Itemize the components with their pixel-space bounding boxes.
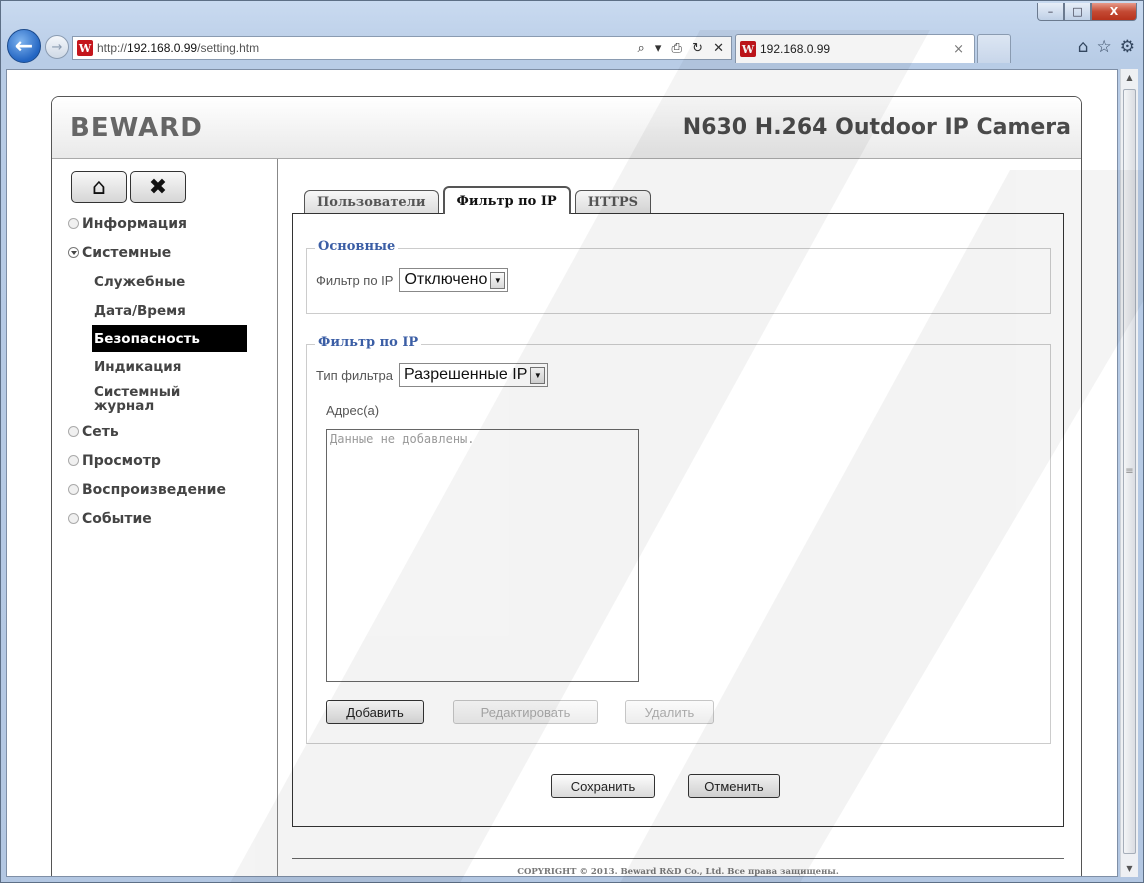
sidebar-item-system-log[interactable]: Системный журнал — [68, 381, 247, 417]
sidebar-item-label: Индикация — [94, 358, 182, 375]
ip-filter-value: Отключено — [404, 271, 488, 288]
address-bar-tools[interactable]: ⌕ ▾ ⎙ ↻ ✕ — [637, 41, 727, 56]
address-bar[interactable]: W http://192.168.0.99/setting.htm ⌕ ▾ ⎙ … — [72, 36, 732, 60]
back-arrow-icon[interactable]: ← — [7, 29, 41, 63]
vertical-scrollbar[interactable]: ▲ ≡ ▼ — [1120, 69, 1138, 877]
sidebar-item-label: Системный журнал — [94, 384, 181, 414]
page-viewport: BEWARD N630 H.264 Outdoor IP Camera ⌂ ✖ … — [6, 69, 1118, 877]
tab-favicon-icon: W — [740, 41, 756, 57]
basic-group: Основные Фильтр по IP Отключено ▼ — [306, 239, 1051, 314]
dropdown-arrow-icon: ▼ — [490, 271, 506, 289]
home-icon[interactable]: ⌂ — [1078, 37, 1089, 57]
tools-icon: ✖ — [148, 174, 168, 200]
bullet-icon — [68, 513, 79, 524]
home-button[interactable]: ⌂ — [71, 171, 127, 203]
minimize-button[interactable]: – — [1037, 3, 1064, 21]
camera-title: N630 H.264 Outdoor IP Camera — [682, 115, 1071, 140]
tab-https[interactable]: HTTPS — [574, 190, 652, 214]
sidebar-menu: Информация Системные Служебные Дата/Врем… — [68, 209, 247, 533]
forward-arrow-icon[interactable]: → — [45, 35, 69, 59]
edit-button[interactable]: Редактировать — [453, 700, 598, 724]
copyright-text: COPYRIGHT © 2013. Beward R&D Co., Ltd. В… — [517, 867, 839, 877]
close-window-button[interactable]: X — [1091, 3, 1137, 21]
addresses-list[interactable]: Данные не добавлены. — [326, 429, 639, 682]
sidebar-item-system[interactable]: Системные — [68, 238, 247, 267]
sidebar-item-indication[interactable]: Индикация — [68, 352, 247, 381]
filter-type-select[interactable]: Разрешенные IP ▼ — [399, 363, 549, 387]
ip-filter-group: Фильтр по IP Тип фильтра Разрешенные IP ▼… — [306, 335, 1051, 744]
sidebar-item-label: Информация — [82, 215, 187, 232]
sidebar-item-event[interactable]: Событие — [68, 504, 247, 533]
sidebar: ⌂ ✖ Информация Системные Служебные Дата/… — [52, 159, 278, 876]
bullet-icon — [68, 455, 79, 466]
bullet-icon — [68, 484, 79, 495]
settings-panel: Основные Фильтр по IP Отключено ▼ Фильтр … — [292, 213, 1064, 827]
sidebar-item-network[interactable]: Сеть — [68, 417, 247, 446]
sidebar-item-security[interactable]: Безопасность — [92, 325, 247, 352]
save-button[interactable]: Сохранить — [551, 774, 655, 798]
sidebar-item-label: Служебные — [94, 273, 186, 290]
maximize-button[interactable]: □ — [1064, 3, 1091, 21]
favorites-star-icon[interactable]: ☆ — [1097, 37, 1112, 57]
sidebar-item-label: Сеть — [82, 423, 119, 440]
camera-settings-page: BEWARD N630 H.264 Outdoor IP Camera ⌂ ✖ … — [51, 96, 1082, 877]
browser-toolbar-icons: ⌂ ☆ ⚙ — [1078, 37, 1135, 57]
dropdown-arrow-icon: ▼ — [530, 366, 546, 384]
ip-filter-select[interactable]: Отключено ▼ — [399, 268, 509, 292]
home-icon: ⌂ — [92, 174, 106, 200]
sidebar-item-label: Дата/Время — [94, 302, 186, 319]
tab-users[interactable]: Пользователи — [304, 190, 439, 214]
sidebar-top-icons: ⌂ ✖ — [71, 171, 186, 203]
page-header: BEWARD N630 H.264 Outdoor IP Camera — [52, 97, 1081, 159]
sidebar-item-label: Безопасность — [94, 330, 200, 347]
sidebar-item-label: Просмотр — [82, 452, 161, 469]
sidebar-item-service[interactable]: Служебные — [68, 267, 247, 296]
site-favicon-icon: W — [77, 40, 93, 56]
footer-divider — [292, 858, 1064, 859]
ip-filter-legend: Фильтр по IP — [315, 335, 422, 350]
tab-title: 192.168.0.99 — [760, 42, 831, 56]
sidebar-item-label: Системные — [82, 244, 172, 261]
basic-legend: Основные — [315, 239, 399, 254]
add-button[interactable]: Добавить — [326, 700, 424, 724]
beward-logo: BEWARD — [70, 113, 203, 143]
new-tab-button[interactable] — [977, 34, 1011, 63]
sidebar-item-playback[interactable]: Воспроизведение — [68, 475, 247, 504]
sidebar-item-info[interactable]: Информация — [68, 209, 247, 238]
filter-type-value: Разрешенные IP — [404, 366, 528, 383]
sidebar-item-label: Событие — [82, 510, 152, 527]
sidebar-item-view[interactable]: Просмотр — [68, 446, 247, 475]
scroll-up-icon[interactable]: ▲ — [1121, 69, 1138, 86]
addresses-label: Адрес(а) — [326, 403, 380, 418]
bullet-icon — [68, 218, 79, 229]
settings-gear-icon[interactable]: ⚙ — [1120, 37, 1135, 57]
sidebar-item-datetime[interactable]: Дата/Время — [68, 296, 247, 325]
url-text: http://192.168.0.99/setting.htm — [97, 41, 260, 55]
scrollbar-thumb[interactable]: ≡ — [1123, 89, 1136, 854]
settings-button[interactable]: ✖ — [130, 171, 186, 203]
ip-filter-label: Фильтр по IP — [316, 272, 394, 288]
sidebar-item-label: Воспроизведение — [82, 481, 226, 498]
expanded-bullet-icon — [68, 247, 79, 258]
tab-ip-filter[interactable]: Фильтр по IP — [442, 186, 571, 214]
settings-tabs: Пользователи Фильтр по IP HTTPS — [304, 186, 655, 214]
addresses-empty-text: Данные не добавлены. — [330, 432, 475, 446]
browser-tab[interactable]: W 192.168.0.99 × — [735, 34, 975, 63]
browser-navbar: ← → W http://192.168.0.99/setting.htm ⌕ … — [7, 29, 1137, 69]
delete-button[interactable]: Удалить — [625, 700, 714, 724]
scroll-down-icon[interactable]: ▼ — [1121, 860, 1138, 877]
window-controls: – □ X — [1037, 3, 1137, 21]
tab-close-icon[interactable]: × — [953, 42, 964, 57]
bullet-icon — [68, 426, 79, 437]
filter-type-label: Тип фильтра — [316, 367, 393, 383]
cancel-button[interactable]: Отменить — [688, 774, 780, 798]
